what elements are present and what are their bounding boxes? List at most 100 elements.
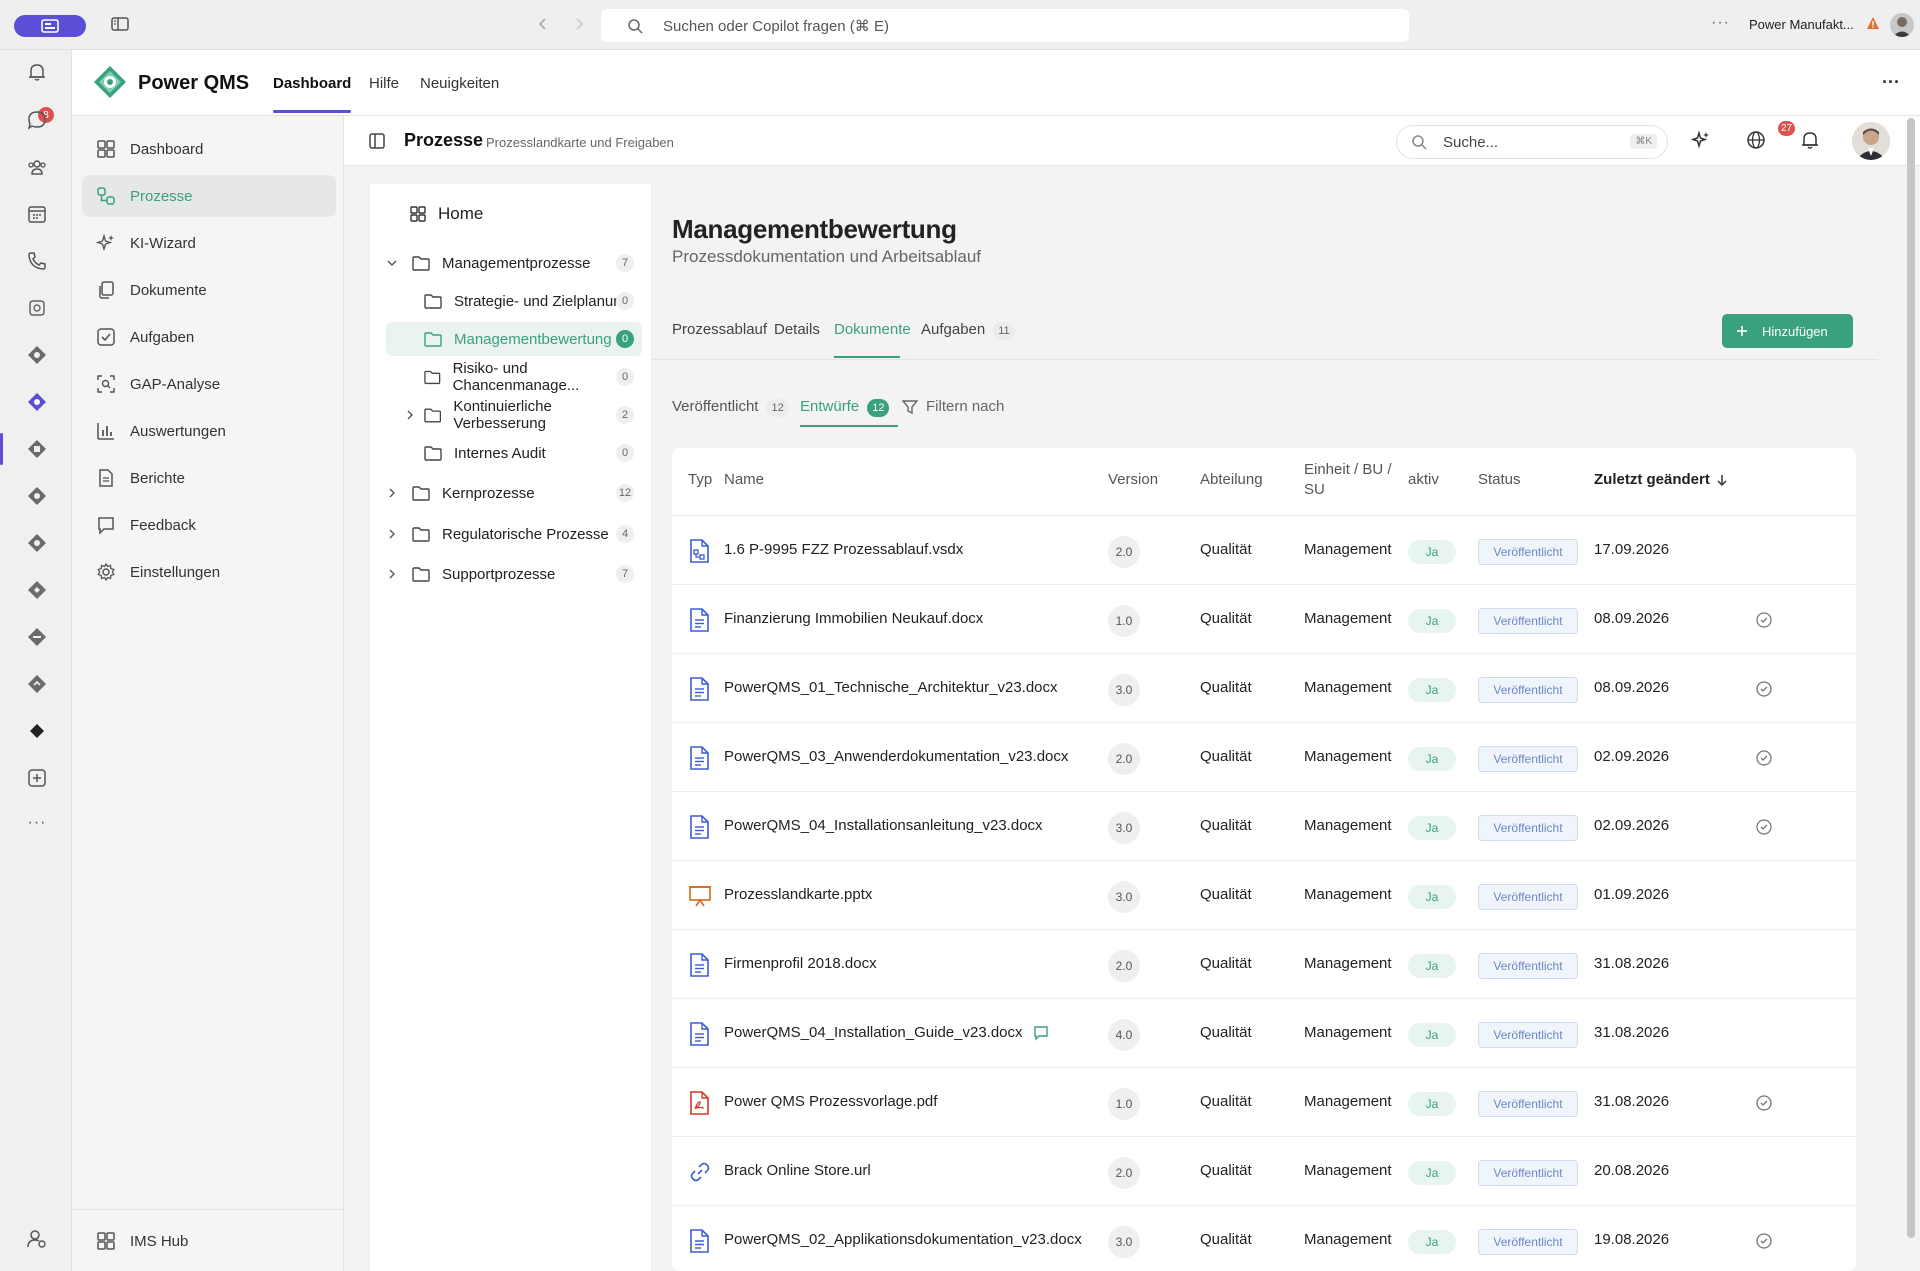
back-button[interactable] bbox=[534, 15, 552, 33]
col-version[interactable]: Version bbox=[1108, 470, 1158, 490]
document-name[interactable]: Prozesslandkarte.pptx bbox=[724, 886, 872, 903]
vertical-scrollbar[interactable] bbox=[1907, 118, 1915, 1238]
rail-app-6[interactable] bbox=[24, 624, 50, 650]
rail-app-7[interactable] bbox=[24, 671, 50, 697]
check-circle-icon[interactable] bbox=[1755, 611, 1773, 629]
app-more-button[interactable]: ··· bbox=[1882, 72, 1900, 93]
tree-item-supportprozesse[interactable]: Supportprozesse 7 bbox=[386, 557, 642, 591]
check-circle-icon[interactable] bbox=[1755, 749, 1773, 767]
global-search-input[interactable]: Suchen oder Copilot fragen (⌘ E) bbox=[601, 9, 1409, 42]
col-name[interactable]: Name bbox=[724, 470, 764, 490]
rail-app-1[interactable] bbox=[24, 342, 50, 368]
search-input[interactable]: Suche... ⌘K bbox=[1396, 125, 1668, 159]
tenant-name[interactable]: Power Manufakt... bbox=[1749, 17, 1854, 32]
nav-item-ims-hub[interactable]: IMS Hub bbox=[82, 1220, 336, 1262]
sidebar-toggle-button[interactable] bbox=[110, 14, 130, 34]
nav-item-berichte[interactable]: Berichte bbox=[82, 457, 336, 499]
table-row[interactable]: PowerQMS_04_Installationsanleitung_v23.d… bbox=[672, 792, 1856, 861]
subtab-entwuerfe[interactable]: Entwürfe 12 bbox=[800, 398, 890, 417]
filter-button[interactable]: Filtern nach bbox=[902, 398, 1004, 415]
rail-add-app[interactable] bbox=[24, 765, 50, 791]
tree-item-risiko[interactable]: Risiko- und Chancenmanage... 0 bbox=[386, 360, 642, 394]
nav-item-feedback[interactable]: Feedback bbox=[82, 504, 336, 546]
table-row[interactable]: Prozesslandkarte.pptx 3.0 Qualität Manageme… bbox=[672, 861, 1856, 930]
comment-icon[interactable] bbox=[1033, 1025, 1049, 1041]
rail-copilot[interactable] bbox=[24, 295, 50, 321]
check-circle-icon[interactable] bbox=[1755, 818, 1773, 836]
tree-item-managementprozesse[interactable]: Managementprozesse 7 bbox=[386, 246, 642, 280]
col-einheit[interactable]: Einheit / BU / SU bbox=[1304, 460, 1398, 500]
col-typ[interactable]: Typ bbox=[688, 470, 712, 490]
notifications-button[interactable] bbox=[1799, 129, 1821, 151]
table-row[interactable]: PowerQMS_02_Applikationsdokumentation_v2… bbox=[672, 1206, 1856, 1271]
rail-power-qms[interactable] bbox=[24, 389, 50, 415]
tree-item-kernprozesse[interactable]: Kernprozesse 12 bbox=[386, 476, 642, 510]
document-name[interactable]: PowerQMS_04_Installation_Guide_v23.docx bbox=[724, 1024, 1049, 1041]
rail-app-8[interactable] bbox=[24, 718, 50, 744]
check-circle-icon[interactable] bbox=[1755, 1094, 1773, 1112]
nav-item-dokumente[interactable]: Dokumente bbox=[82, 269, 336, 311]
col-status[interactable]: Status bbox=[1478, 470, 1521, 490]
rail-user-settings[interactable] bbox=[24, 1226, 50, 1252]
rail-app-5[interactable] bbox=[24, 577, 50, 603]
forward-button[interactable] bbox=[570, 15, 588, 33]
document-name[interactable]: Brack Online Store.url bbox=[724, 1162, 871, 1179]
table-row[interactable]: PowerQMS_01_Technische_Architektur_v23.d… bbox=[672, 654, 1856, 723]
nav-item-aufgaben[interactable]: Aufgaben bbox=[82, 316, 336, 358]
app-switcher-button[interactable] bbox=[14, 15, 86, 37]
rail-more-button[interactable]: ··· bbox=[24, 810, 50, 836]
document-name[interactable]: PowerQMS_03_Anwenderdokumentation_v23.do… bbox=[724, 748, 1068, 765]
col-abteilung[interactable]: Abteilung bbox=[1200, 470, 1263, 490]
check-circle-icon[interactable] bbox=[1755, 680, 1773, 698]
nav-item-dashboard[interactable]: Dashboard bbox=[82, 128, 336, 170]
col-aktiv[interactable]: aktiv bbox=[1408, 470, 1439, 490]
table-row[interactable]: PowerQMS_04_Installation_Guide_v23.docx 4… bbox=[672, 999, 1856, 1068]
document-name[interactable]: 1.6 P-9995 FZZ Prozessablauf.vsdx bbox=[724, 541, 963, 558]
document-name[interactable]: PowerQMS_02_Applikationsdokumentation_v2… bbox=[724, 1231, 1082, 1248]
add-document-button[interactable]: Hinzufügen bbox=[1722, 314, 1853, 348]
tab-prozessablauf[interactable]: Prozessablauf bbox=[672, 321, 767, 338]
user-avatar[interactable] bbox=[1852, 122, 1890, 160]
app-tab-hilfe[interactable]: Hilfe bbox=[369, 75, 399, 92]
subtab-veroeffentlicht[interactable]: Veröffentlicht 12 bbox=[672, 398, 789, 417]
document-name[interactable]: PowerQMS_04_Installationsanleitung_v23.d… bbox=[724, 817, 1043, 834]
nav-item-einstellungen[interactable]: Einstellungen bbox=[82, 551, 336, 593]
table-row[interactable]: Brack Online Store.url 2.0 Qualität Managem… bbox=[672, 1137, 1856, 1206]
tree-item-managementbewertung[interactable]: Managementbewertung 0 bbox=[386, 322, 642, 356]
document-name[interactable]: Firmenprofil 2018.docx bbox=[724, 955, 877, 972]
col-zuletzt-geaendert[interactable]: Zuletzt geändert bbox=[1594, 470, 1728, 490]
language-button[interactable] bbox=[1745, 129, 1767, 151]
document-name[interactable]: Power QMS Prozessvorlage.pdf bbox=[724, 1093, 937, 1110]
rail-app-4[interactable] bbox=[24, 530, 50, 556]
check-circle-icon[interactable] bbox=[1755, 1232, 1773, 1250]
table-row[interactable]: 1.6 P-9995 FZZ Prozessablauf.vsdx 2.0 Qual… bbox=[672, 516, 1856, 585]
tab-aufgaben[interactable]: Aufgaben 11 bbox=[921, 321, 1015, 340]
tree-item-strategie[interactable]: Strategie- und Zielplanung 0 bbox=[386, 284, 642, 318]
tree-home[interactable]: Home bbox=[410, 197, 640, 231]
table-row[interactable]: Power QMS Prozessvorlage.pdf 1.0 Qualität M… bbox=[672, 1068, 1856, 1137]
table-row[interactable]: Finanzierung Immobilien Neukauf.docx 1.0 Q… bbox=[672, 585, 1856, 654]
document-name[interactable]: PowerQMS_01_Technische_Architektur_v23.d… bbox=[724, 679, 1058, 696]
document-name[interactable]: Finanzierung Immobilien Neukauf.docx bbox=[724, 610, 983, 627]
collapse-panel-button[interactable] bbox=[368, 132, 386, 150]
rail-calendar[interactable] bbox=[24, 201, 50, 227]
window-more-button[interactable]: ··· bbox=[1711, 14, 1730, 32]
nav-item-auswertungen[interactable]: Auswertungen bbox=[82, 410, 336, 452]
tree-item-internes-audit[interactable]: Internes Audit 0 bbox=[386, 436, 642, 470]
nav-item-prozesse[interactable]: Prozesse bbox=[82, 175, 336, 217]
tree-item-kontinuierliche-verbesserung[interactable]: Kontinuierliche Verbesserung 2 bbox=[386, 398, 642, 432]
tab-details[interactable]: Details bbox=[774, 321, 820, 338]
rail-activity[interactable] bbox=[24, 59, 50, 85]
app-tab-neuigkeiten[interactable]: Neuigkeiten bbox=[420, 75, 499, 92]
table-row[interactable]: PowerQMS_03_Anwenderdokumentation_v23.do… bbox=[672, 723, 1856, 792]
rail-chat[interactable] bbox=[24, 107, 50, 133]
user-avatar-small[interactable] bbox=[1890, 13, 1914, 37]
tab-dokumente[interactable]: Dokumente bbox=[834, 321, 911, 338]
app-tab-dashboard[interactable]: Dashboard bbox=[273, 75, 351, 92]
rail-app-3[interactable] bbox=[24, 483, 50, 509]
nav-item-ki-wizard[interactable]: KI-Wizard bbox=[82, 222, 336, 264]
rail-app-2[interactable] bbox=[24, 436, 50, 462]
rail-teams[interactable] bbox=[24, 154, 50, 180]
table-row[interactable]: Firmenprofil 2018.docx 2.0 Qualität Managem… bbox=[672, 930, 1856, 999]
rail-calls[interactable] bbox=[24, 248, 50, 274]
